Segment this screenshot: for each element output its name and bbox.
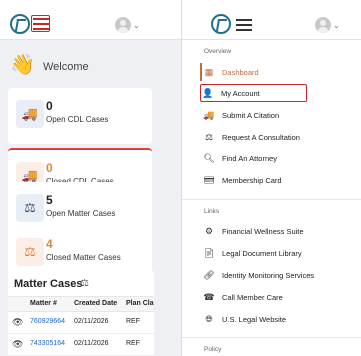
- truck-icon: 🚚: [16, 100, 44, 128]
- menu-item-submit-citation[interactable]: 🚚 Submit A Citation: [202, 106, 342, 124]
- welcome-banner: 👋 Welcome: [0, 48, 181, 84]
- card-label: Open CDL Cases: [46, 115, 109, 124]
- menu-item-financial-wellness[interactable]: ⚙ Financial Wellness Suite: [202, 222, 342, 240]
- section-title-links: Links: [204, 208, 220, 215]
- hamburger-menu-icon[interactable]: [33, 18, 49, 30]
- dashboard-panel: ⌄ 👋 Welcome 🚚 0 Open CDL Cases 🚚 0 Close…: [0, 0, 181, 356]
- top-bar: ⌄: [0, 0, 181, 40]
- card-count: 5: [46, 193, 53, 207]
- globe-icon: 🌐︎: [205, 313, 213, 324]
- card-open-cdl-cases[interactable]: 🚚 0 Open CDL Cases: [8, 88, 152, 144]
- matter-number-link[interactable]: 743305164: [30, 340, 65, 347]
- menu-item-identity-monitoring[interactable]: 🔗︎ Identity Monitoring Services: [202, 266, 342, 284]
- column-header[interactable]: Plan Cla: [126, 300, 154, 307]
- created-date: 02/11/2026: [74, 318, 109, 325]
- scale-icon: ⚖: [16, 238, 44, 266]
- navigation-drawer: ⌄ Overview ▦ Dashboard 👤 My Account 🚚 Su…: [182, 0, 361, 356]
- menu-item-find-attorney[interactable]: 🔍︎ Find An Attorney: [202, 149, 342, 167]
- section-title-overview: Overview: [204, 48, 232, 55]
- eye-icon[interactable]: 👁: [12, 317, 23, 328]
- wave-icon: 👋: [10, 54, 35, 76]
- document-icon: 📄︎: [203, 247, 215, 258]
- logo-icon[interactable]: [10, 14, 30, 34]
- plan-class: REF: [126, 340, 140, 347]
- menu-item-legal-document-library[interactable]: 📄︎ Legal Document Library: [202, 244, 342, 262]
- chevron-down-icon[interactable]: ⌄: [133, 21, 140, 30]
- scale-icon: ⚖: [204, 131, 214, 142]
- card-label: Closed Matter Cases: [46, 253, 121, 262]
- welcome-text: Welcome: [43, 61, 89, 73]
- table-row[interactable]: 👁 760929664 02/11/2026 REF: [8, 312, 154, 334]
- column-header[interactable]: Matter #: [30, 300, 57, 307]
- table-title: Matter Cases: [14, 278, 83, 290]
- gear-icon: ⚙: [204, 225, 214, 236]
- menu-item-dashboard[interactable]: ▦ Dashboard: [200, 63, 340, 81]
- table-row[interactable]: 👁 743305164 02/11/2026 REF: [8, 334, 154, 356]
- link-icon: 🔗︎: [203, 269, 215, 280]
- section-title-policy: Policy: [204, 346, 222, 353]
- avatar[interactable]: [115, 17, 131, 33]
- card-count: 0: [46, 161, 53, 175]
- section-divider: [182, 337, 361, 338]
- column-header[interactable]: Created Date: [74, 300, 117, 307]
- matter-number-link[interactable]: 760929664: [30, 318, 65, 325]
- menu-item-my-account[interactable]: 👤 My Account: [200, 84, 307, 102]
- eye-icon[interactable]: 👁: [12, 339, 23, 350]
- dashboard-icon: ▦: [204, 66, 214, 77]
- menu-item-us-legal-website[interactable]: 🌐︎ U.S. Legal Website: [202, 310, 342, 328]
- user-icon: 👤: [202, 87, 214, 98]
- search-icon: 🔍︎: [203, 152, 215, 163]
- phone-icon: ☎: [203, 291, 215, 302]
- created-date: 02/11/2026: [74, 340, 109, 347]
- section-divider: [182, 199, 361, 200]
- truck-icon: 🚚: [203, 109, 215, 120]
- plan-class: REF: [126, 318, 140, 325]
- menu-item-request-consultation[interactable]: ⚖ Request A Consultation: [202, 128, 342, 146]
- chevron-down-icon[interactable]: ⌄: [333, 21, 340, 30]
- matter-cases-table: Matter Cases ⚖ Matter # Created Date Pla…: [8, 270, 154, 356]
- card-count: 0: [46, 99, 53, 113]
- card-label: Open Matter Cases: [46, 209, 116, 218]
- scale-icon: ⚖: [16, 194, 44, 222]
- card-count: 4: [46, 237, 53, 251]
- hamburger-menu-icon[interactable]: [236, 19, 252, 31]
- top-bar: ⌄: [182, 0, 361, 40]
- table-header: Matter # Created Date Plan Cla: [8, 296, 154, 312]
- menu-item-call-member-care[interactable]: ☎ Call Member Care: [202, 288, 342, 306]
- id-card-icon: 💳︎: [203, 174, 215, 185]
- logo-icon[interactable]: [211, 14, 231, 34]
- menu-item-membership-card[interactable]: 💳︎ Membership Card: [202, 171, 342, 189]
- avatar[interactable]: [315, 17, 331, 33]
- scale-icon: ⚖: [80, 278, 89, 289]
